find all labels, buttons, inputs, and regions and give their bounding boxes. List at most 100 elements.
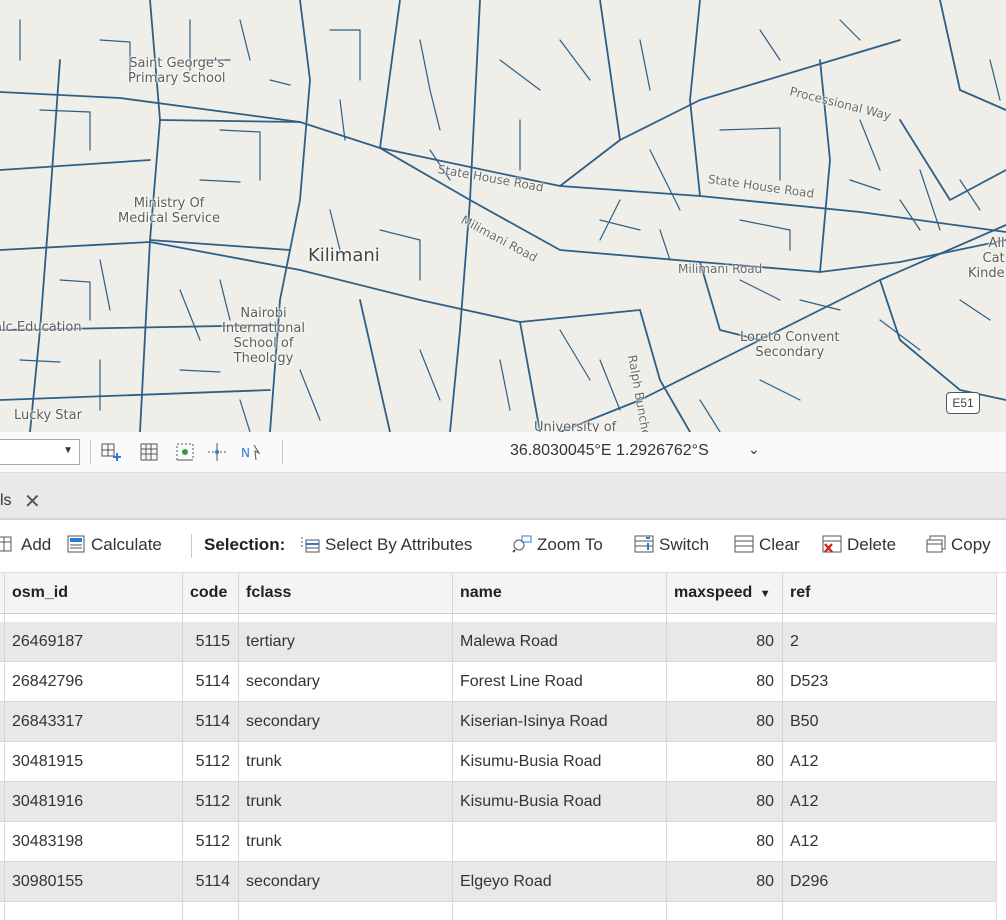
cell-fclass[interactable]: tertiary [238,622,452,662]
delete-button[interactable]: Delete [822,535,896,555]
svg-text:N: N [241,446,250,460]
grid-add-icon[interactable] [100,441,122,463]
map-label-kilimani: Kilimani [308,245,380,266]
column-header-maxspeed[interactable]: maxspeed ▼ [666,573,782,613]
cell-osm-id[interactable]: 26843317 [4,702,182,742]
add-field-label: Add [21,535,52,554]
scale-dropdown[interactable]: ▼ [0,439,80,465]
cell-code[interactable]: 5112 [182,822,238,862]
cell-code[interactable]: 5112 [182,782,238,822]
copy-button[interactable]: Copy [926,535,991,555]
cell-code[interactable]: 5114 [182,702,238,742]
table-row[interactable]: 30481915 5112 trunk Kisumu-Busia Road 80 A12 [0,742,1006,782]
cell-code[interactable]: 5114 [182,862,238,902]
coordinates-readout[interactable]: 36.8030045°E 1.2926762°S [510,442,709,460]
north-arrow-icon[interactable]: N [240,441,262,463]
column-header-name[interactable]: name [452,573,666,613]
cell-osm-id[interactable]: 30481916 [4,782,182,822]
cell-maxspeed[interactable]: 80 [666,742,782,782]
close-icon[interactable]: ✕ [24,489,41,514]
clear-selection-button[interactable]: Clear [734,535,800,555]
cell-name[interactable]: Forest Line Road [452,662,666,702]
grid-icon[interactable] [138,441,160,463]
cell-fclass[interactable]: secondary [238,702,452,742]
cell-maxspeed[interactable]: 80 [666,822,782,862]
zoom-to-icon [512,535,532,553]
table-row[interactable]: 26843317 5114 secondary Kiserian-Isinya Roa… [0,702,1006,742]
zoom-to-button[interactable]: Zoom To [512,535,603,555]
calculate-label: Calculate [91,535,162,554]
column-header-osm-id[interactable]: osm_id [4,573,184,613]
cell-name[interactable]: Kisumu-Busia Road [452,742,666,782]
copy-label: Copy [951,535,991,554]
cell-name[interactable] [452,822,666,862]
switch-selection-button[interactable]: Switch [634,535,709,555]
column-divider [182,573,183,920]
select-by-attributes-button[interactable]: Select By Attributes [300,535,472,555]
cell-code[interactable]: 5114 [182,662,238,702]
cell-name[interactable]: Malewa Road [452,622,666,662]
cell-ref[interactable]: A12 [782,742,996,782]
cell-fclass[interactable]: secondary [238,862,452,902]
chevron-down-icon: ▼ [63,445,73,456]
cell-ref[interactable]: A12 [782,822,996,862]
calculate-icon [67,535,85,553]
column-header-maxspeed-label: maxspeed [674,584,753,601]
column-header-code[interactable]: code [182,573,238,613]
cell-fclass[interactable]: secondary [238,662,452,702]
select-by-attributes-label: Select By Attributes [325,535,473,554]
cell-code[interactable]: 5115 [182,622,238,662]
cell-ref[interactable]: 2 [782,622,996,662]
cell-osm-id[interactable]: 26842796 [4,662,182,702]
calculate-button[interactable]: Calculate [66,535,162,555]
cell-maxspeed[interactable]: 80 [666,702,782,742]
column-header-ref[interactable]: ref [782,573,996,613]
cell-fclass[interactable]: trunk [238,822,452,862]
cell-osm-id[interactable]: 26469187 [4,622,182,662]
chevron-down-icon[interactable]: ⌄ [748,441,760,458]
cell-name[interactable]: Elgeyo Road [452,862,666,902]
table-row[interactable]: 30483198 5112 trunk 80 A12 [0,822,1006,862]
cell-ref[interactable]: D296 [782,862,996,902]
tab-attribute-table[interactable]: ls ✕ [0,483,52,520]
cell-maxspeed[interactable]: 80 [666,862,782,902]
cell-osm-id[interactable]: 30481915 [4,742,182,782]
map-label-lucky-star: Lucky Star [14,408,82,423]
cell-ref[interactable]: A12 [782,782,996,822]
cell-name[interactable]: Kisumu-Busia Road [452,782,666,822]
tab-label: ls [0,492,12,509]
table-row[interactable]: 26842796 5114 secondary Forest Line Road 80 D… [0,662,1006,702]
map-label-nairobi-school: Nairobi International School of Theology [222,306,305,366]
add-field-button[interactable]: Add [0,535,51,555]
attribute-table: osm_id code fclass name maxspeed ▼ ref 2… [0,573,1006,920]
column-header-fclass[interactable]: fclass [238,573,452,613]
cell-fclass[interactable]: trunk [238,742,452,782]
cell-fclass[interactable]: trunk [238,782,452,822]
map-view[interactable]: Saint George's Primary School Ministry O… [0,0,1006,432]
cell-osm-id[interactable]: 30980155 [4,862,182,902]
table-scrollbar[interactable] [996,573,1006,920]
cell-name[interactable]: Kiserian-Isinya Road [452,702,666,742]
table-row[interactable]: 30980155 5114 secondary Elgeyo Road 80 D296 [0,862,1006,902]
divider [90,440,91,464]
cell-osm-id[interactable]: 30483198 [4,822,182,862]
cell-ref[interactable]: B50 [782,702,996,742]
cell-ref[interactable]: D523 [782,662,996,702]
cell-maxspeed[interactable]: 80 [666,622,782,662]
sort-descending-icon[interactable]: ▼ [760,588,771,600]
snapping-icon[interactable] [174,441,196,463]
table-tab-bar: ls ✕ [0,473,1006,520]
map-status-bar: ▼ N 36.8030045°E 1.2926762°S ⌄ [0,432,1006,473]
cell-code[interactable]: 5112 [182,742,238,782]
cell-maxspeed[interactable]: 80 [666,662,782,702]
map-label-ministry: Ministry Of Medical Service [118,196,220,226]
table-row[interactable]: 26469187 5115 tertiary Malewa Road 80 2 [0,622,1006,662]
road-shield-e51: E51 [946,392,980,414]
cell-maxspeed[interactable]: 80 [666,782,782,822]
add-field-icon [0,536,12,552]
table-row[interactable]: 30481916 5112 trunk Kisumu-Busia Road 80 A12 [0,782,1006,822]
guides-icon[interactable] [206,441,228,463]
selection-heading: Selection: [204,535,286,554]
column-divider [666,573,667,920]
column-divider [4,573,5,920]
